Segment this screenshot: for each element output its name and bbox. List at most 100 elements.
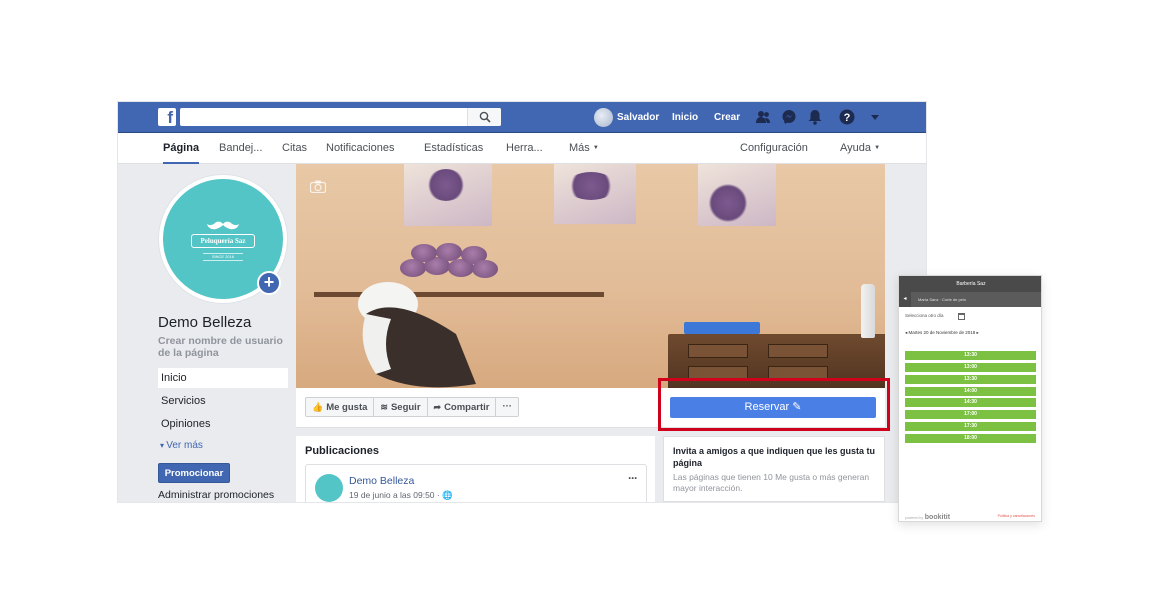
profile-picture-frame[interactable]: Peluquería Saz SINCE 2016 + (158, 174, 288, 304)
selected-service: María Sanz · Corte de pelo (918, 297, 967, 302)
sidebar-item-home[interactable]: Inicio (158, 368, 288, 388)
more-actions-button[interactable]: ··· (496, 398, 518, 416)
tab-more-label: Más (569, 142, 590, 154)
follow-label: Seguir (390, 402, 421, 413)
select-other-day-label[interactable]: Selecciona otro día (905, 313, 944, 318)
messenger-icon[interactable] (781, 109, 797, 125)
search-button[interactable] (467, 108, 501, 126)
time-slot-button[interactable]: 18:00 (905, 434, 1036, 443)
logo-banner: Peluquería Saz (191, 234, 255, 248)
tab-help-label: Ayuda (840, 142, 871, 154)
blue-towel-tray (684, 322, 760, 334)
time-slot-button[interactable]: 14:00 (905, 387, 1036, 396)
notifications-bell-icon[interactable] (807, 109, 823, 125)
share-button[interactable]: ➦ Compartir (428, 398, 497, 416)
post-author-link[interactable]: Demo Belleza (349, 475, 414, 487)
sidebar-item-services[interactable]: Servicios (158, 391, 288, 411)
caret-down-icon: ▼ (592, 145, 599, 152)
widget-service-bar: ◂ María Sanz · Corte de pelo (899, 292, 1041, 307)
calendar-icon[interactable] (958, 313, 965, 320)
facebook-logo-icon[interactable]: f (158, 108, 176, 126)
see-more-label: Ver más (166, 440, 203, 451)
rss-icon: ≋ (380, 402, 388, 412)
back-arrow-icon[interactable]: ◂ (899, 292, 911, 307)
account-menu-chevron-icon[interactable] (867, 109, 883, 125)
like-label: Me gusta (326, 402, 368, 413)
like-button[interactable]: 👍 Me gusta (306, 398, 375, 416)
post-date-label: 19 de junio a las 09:50 · (349, 490, 443, 500)
svg-text:?: ? (844, 112, 851, 124)
add-profile-photo-icon[interactable]: + (257, 271, 281, 295)
lavender-flowers (566, 172, 616, 200)
cancellation-policy-link[interactable]: Política y cancelaciones (998, 514, 1035, 518)
globe-icon: 🌐 (442, 490, 453, 500)
sidebar-item-reviews[interactable]: Opiniones (158, 414, 288, 434)
user-profile-link[interactable]: Salvador (617, 102, 659, 133)
tab-notifications[interactable]: Notificaciones (326, 133, 394, 164)
powered-by-bookitit[interactable]: powered by bookitit (905, 514, 950, 521)
mustache-logo-icon (207, 221, 239, 230)
invite-title[interactable]: Invita a amigos a que indiquen que les g… (673, 445, 879, 469)
left-column: Peluquería Saz SINCE 2016 + Demo Belleza… (118, 164, 296, 502)
share-label: Compartir (444, 402, 490, 413)
facebook-page-window: f Salvador Inicio Crear ? Página Bandej.… (118, 102, 926, 502)
posts-title: Publicaciones (305, 445, 379, 457)
cabinet-drawer (688, 344, 748, 358)
page-title: Demo Belleza (158, 314, 252, 331)
page-tabs-bar: Página Bandej... Citas Notificaciones Es… (118, 133, 926, 164)
white-vase (861, 284, 875, 338)
see-more-link[interactable]: ▾ Ver más (160, 440, 203, 451)
date-navigator[interactable]: ◂ Martes 20 de Noviembre de 2018 ▸ (905, 330, 979, 336)
time-slot-button[interactable]: 13:00 (905, 363, 1036, 372)
tab-appointments[interactable]: Citas (282, 133, 307, 164)
tab-settings[interactable]: Configuración (740, 133, 808, 164)
invite-description: Las páginas que tienen 10 Me gusta o más… (673, 472, 870, 493)
cabinet-drawer (768, 344, 828, 358)
friends-icon[interactable] (755, 109, 771, 125)
time-slot-button[interactable]: 17:00 (905, 410, 1036, 419)
post-author-avatar[interactable] (315, 474, 343, 502)
wash-chair (358, 282, 476, 388)
bookitit-logo: bookitit (924, 514, 951, 521)
post-options-button[interactable]: ··· (628, 471, 638, 485)
time-slot-button[interactable]: 13:30 (905, 375, 1036, 384)
thumbs-up-icon: 👍 (312, 402, 324, 412)
top-navigation-bar: f Salvador Inicio Crear ? (118, 102, 926, 133)
powered-prefix: powered by (905, 516, 924, 520)
rolled-towel (411, 244, 437, 262)
time-slot-button[interactable]: 13:30 (905, 351, 1036, 360)
follow-button[interactable]: ≋ Seguir (374, 398, 428, 416)
home-link[interactable]: Inicio (672, 102, 698, 133)
help-icon[interactable]: ? (839, 109, 855, 125)
logo-since: SINCE 2016 (203, 253, 243, 261)
user-avatar[interactable] (594, 108, 613, 127)
tab-more[interactable]: Más ▼ (569, 133, 599, 164)
create-link[interactable]: Crear (714, 102, 740, 133)
reserve-highlight-box (658, 378, 890, 431)
share-arrow-icon: ➦ (433, 402, 442, 412)
post-card: Demo Belleza 19 de junio a las 09:50 · 🌐… (305, 464, 647, 502)
lavender-flowers (426, 169, 466, 201)
time-slot-button[interactable]: 14:30 (905, 398, 1036, 407)
camera-icon[interactable] (310, 180, 326, 193)
action-button-group: 👍 Me gusta ≋ Seguir ➦ Compartir ··· (305, 397, 519, 417)
time-slot-button[interactable]: 17:30 (905, 422, 1036, 431)
tab-insights[interactable]: Estadísticas (424, 133, 483, 164)
tab-inbox[interactable]: Bandej... (219, 133, 262, 164)
lavender-flowers (708, 184, 748, 222)
cover-photo[interactable] (296, 164, 885, 388)
caret-down-icon: ▼ (874, 145, 881, 152)
booking-widget: Barbería Saz ◂ María Sanz · Corte de pel… (898, 275, 1042, 522)
manage-promotions-link[interactable]: Administrar promociones (158, 489, 274, 501)
create-username-link[interactable]: Crear nombre de usuario de la página (158, 335, 288, 359)
tab-help[interactable]: Ayuda ▼ (840, 133, 880, 164)
invite-friends-card: Invita a amigos a que indiquen que les g… (663, 436, 885, 502)
search-icon (479, 111, 491, 123)
tab-page[interactable]: Página (163, 133, 200, 164)
promote-button[interactable]: Promocionar (158, 463, 230, 483)
tab-tools[interactable]: Herra... (506, 133, 543, 164)
widget-title: Barbería Saz (899, 276, 1041, 292)
search-input[interactable] (180, 108, 501, 126)
posts-section: Publicaciones Demo Belleza 19 de junio a… (296, 436, 655, 502)
post-timestamp[interactable]: 19 de junio a las 09:50 · 🌐 (349, 490, 453, 501)
